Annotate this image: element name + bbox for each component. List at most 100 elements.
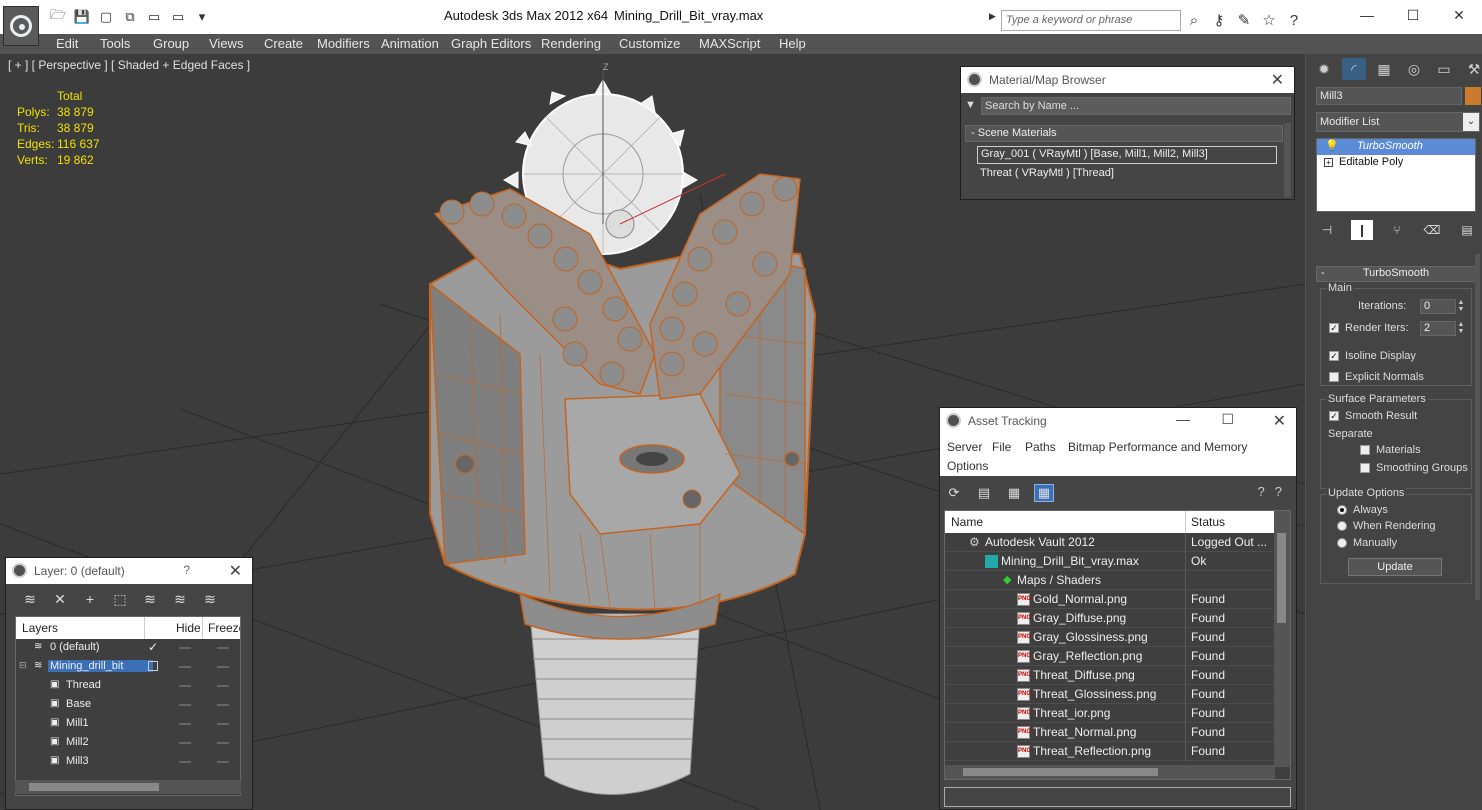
expand-icon[interactable]: + xyxy=(1324,158,1333,167)
remove-modifier-icon[interactable]: ⌫ xyxy=(1421,220,1443,240)
column-status-header[interactable]: Status xyxy=(1191,515,1225,529)
column-name-header[interactable]: Name xyxy=(951,515,983,529)
communication-icon[interactable]: ✎ xyxy=(1234,10,1254,30)
hide-all-icon[interactable]: ≋ xyxy=(170,590,190,608)
close-icon[interactable]: ✕ xyxy=(229,561,242,581)
menu-customize[interactable]: Customize xyxy=(619,36,680,51)
explicit-normals-checkbox[interactable] xyxy=(1329,372,1339,382)
material-item[interactable]: Gray_001 ( VRayMtl ) [Base, Mill1, Mill2… xyxy=(977,146,1277,164)
menu-server[interactable]: Server xyxy=(947,440,982,454)
menu-help[interactable]: Help xyxy=(779,36,806,51)
table-row[interactable]: PNG Threat_Reflection.png Found xyxy=(945,742,1275,761)
freeze-all-icon[interactable]: ≋ xyxy=(200,590,220,608)
material-item[interactable]: Threat ( VRayMtl ) [Thread] xyxy=(977,166,1277,184)
display-tab-icon[interactable]: ▭ xyxy=(1432,58,1456,80)
redo-icon[interactable]: ▭ xyxy=(168,9,188,25)
table-row[interactable]: ◆ Maps / Shaders xyxy=(945,571,1275,590)
menu-create[interactable]: Create xyxy=(264,36,303,51)
table-row[interactable]: PNG Gray_Reflection.png Found xyxy=(945,647,1275,666)
spinner-arrows-icon[interactable]: ▲ ▼ xyxy=(1456,321,1466,336)
manually-radio[interactable] xyxy=(1337,538,1347,548)
table-row[interactable]: PNG Gray_Glossiness.png Found xyxy=(945,628,1275,647)
close-icon[interactable]: ✕ xyxy=(1273,411,1286,431)
refresh-icon[interactable]: ⟳ xyxy=(944,484,964,502)
menu-modifiers[interactable]: Modifiers xyxy=(317,36,370,51)
column-hide-header[interactable]: Hide xyxy=(176,621,201,635)
spinner-arrows-icon[interactable]: ▲ ▼ xyxy=(1456,299,1466,314)
maximize-button[interactable]: ☐ xyxy=(1221,411,1234,428)
stack-item-editable-poly[interactable]: + Editable Poly xyxy=(1317,155,1475,171)
help-icon[interactable]: ? xyxy=(1258,484,1265,499)
asset-path-field[interactable] xyxy=(944,787,1291,807)
menu-edit[interactable]: Edit xyxy=(56,36,78,51)
column-freeze-header[interactable]: Freeze xyxy=(208,621,240,635)
layer-row[interactable]: ▣ Base xyxy=(16,696,240,715)
material-browser-titlebar[interactable]: Material/Map Browser ✕ xyxy=(961,67,1294,93)
render-iters-checkbox[interactable]: ✓ xyxy=(1329,323,1339,333)
stack-item-turbosmooth[interactable]: 💡 TurboSmooth xyxy=(1317,139,1475,155)
pin-stack-icon[interactable]: ⊣ xyxy=(1316,220,1338,240)
list-view-icon[interactable]: ▤ xyxy=(974,484,994,502)
asset-vertical-scrollbar[interactable] xyxy=(1274,511,1290,767)
maximize-button[interactable]: ☐ xyxy=(1390,0,1436,30)
menu-bitmap-performance[interactable]: Bitmap Performance and Memory xyxy=(1068,440,1247,454)
help-button[interactable]: ? xyxy=(183,563,190,577)
modify-tab-icon[interactable]: ◜ xyxy=(1342,58,1366,80)
keyword-search-input[interactable]: Type a keyword or phrase xyxy=(1001,10,1181,31)
modifier-list-dropdown[interactable]: Modifier List ⌄ xyxy=(1316,112,1480,132)
app-logo-button[interactable] xyxy=(3,6,39,46)
make-unique-icon[interactable]: ⑂ xyxy=(1386,220,1408,240)
menu-graph-editors[interactable]: Graph Editors xyxy=(451,36,531,51)
show-end-result-icon[interactable]: ❙ xyxy=(1351,220,1373,240)
asset-tracking-titlebar[interactable]: Asset Tracking — ☐ ✕ xyxy=(940,408,1296,436)
configure-sets-icon[interactable]: ▤ xyxy=(1456,220,1478,240)
table-row[interactable]: PNG Gray_Diffuse.png Found xyxy=(945,609,1275,628)
undo-icon[interactable]: ▭ xyxy=(144,9,164,25)
menu-views[interactable]: Views xyxy=(209,36,243,51)
utilities-tab-icon[interactable]: ⚒ xyxy=(1462,58,1482,80)
layer-row[interactable]: ▣ Thread xyxy=(16,677,240,696)
select-objects-icon[interactable]: ⬚ xyxy=(110,590,130,608)
isoline-display-checkbox[interactable]: ✓ xyxy=(1329,351,1339,361)
current-layer-box[interactable] xyxy=(148,661,158,671)
save-icon[interactable]: 💾 xyxy=(72,9,92,25)
layer-row[interactable]: ⊟ ≋ Mining_drill_bit xyxy=(16,658,240,677)
context-help-icon[interactable]: ? xyxy=(1275,484,1282,499)
materials-checkbox[interactable] xyxy=(1360,445,1370,455)
table-row[interactable]: Mining_Drill_Bit_vray.max Ok xyxy=(945,552,1275,571)
table-row[interactable]: ⚙ Autodesk Vault 2012 Logged Out ... xyxy=(945,533,1275,552)
menu-options[interactable]: Options xyxy=(947,459,988,473)
layer-row[interactable]: ≋ 0 (default) ✓ xyxy=(16,639,240,658)
menu-animation[interactable]: Animation xyxy=(381,36,439,51)
menu-maxscript[interactable]: MAXScript xyxy=(699,36,760,51)
close-button[interactable]: ✕ xyxy=(1436,0,1482,30)
table-row[interactable]: PNG Threat_ior.png Found xyxy=(945,704,1275,723)
motion-tab-icon[interactable]: ◎ xyxy=(1402,58,1426,80)
table-row[interactable]: PNG Threat_Normal.png Found xyxy=(945,723,1275,742)
close-icon[interactable]: ✕ xyxy=(1271,70,1284,90)
object-name-field[interactable]: Mill3 xyxy=(1316,87,1462,105)
object-color-swatch[interactable] xyxy=(1465,87,1481,105)
layer-row[interactable]: ▣ Mill3 xyxy=(16,753,240,772)
menu-tools[interactable]: Tools xyxy=(100,36,130,51)
menu-paths[interactable]: Paths xyxy=(1025,440,1056,454)
column-layers-header[interactable]: Layers xyxy=(22,621,58,635)
table-view-icon[interactable]: ▦ xyxy=(1034,484,1054,502)
always-radio[interactable] xyxy=(1337,505,1347,515)
table-row[interactable]: PNG Threat_Glossiness.png Found xyxy=(945,685,1275,704)
thumbnail-view-icon[interactable]: ▦ xyxy=(1004,484,1024,502)
smooth-result-checkbox[interactable]: ✓ xyxy=(1329,411,1339,421)
layer-row[interactable]: ▣ Mill2 xyxy=(16,734,240,753)
menu-file[interactable]: File xyxy=(992,440,1011,454)
key-icon[interactable]: ⚷ xyxy=(1209,10,1229,30)
scene-materials-header[interactable]: - Scene Materials xyxy=(965,125,1283,142)
help-icon[interactable]: ? xyxy=(1284,10,1304,30)
open-folder-icon[interactable]: 🗁 xyxy=(48,7,68,25)
current-layer-check-icon[interactable]: ✓ xyxy=(148,640,158,654)
command-panel-scrollbar[interactable] xyxy=(1475,254,1480,600)
hierarchy-tab-icon[interactable]: ▦ xyxy=(1372,58,1396,80)
table-row[interactable]: PNG Threat_Diffuse.png Found xyxy=(945,666,1275,685)
add-to-layer-icon[interactable]: + xyxy=(80,590,100,608)
create-tab-icon[interactable]: ✹ xyxy=(1312,58,1336,80)
viewport-label[interactable]: [ + ] [ Perspective ] [ Shaded + Edged F… xyxy=(8,58,250,72)
